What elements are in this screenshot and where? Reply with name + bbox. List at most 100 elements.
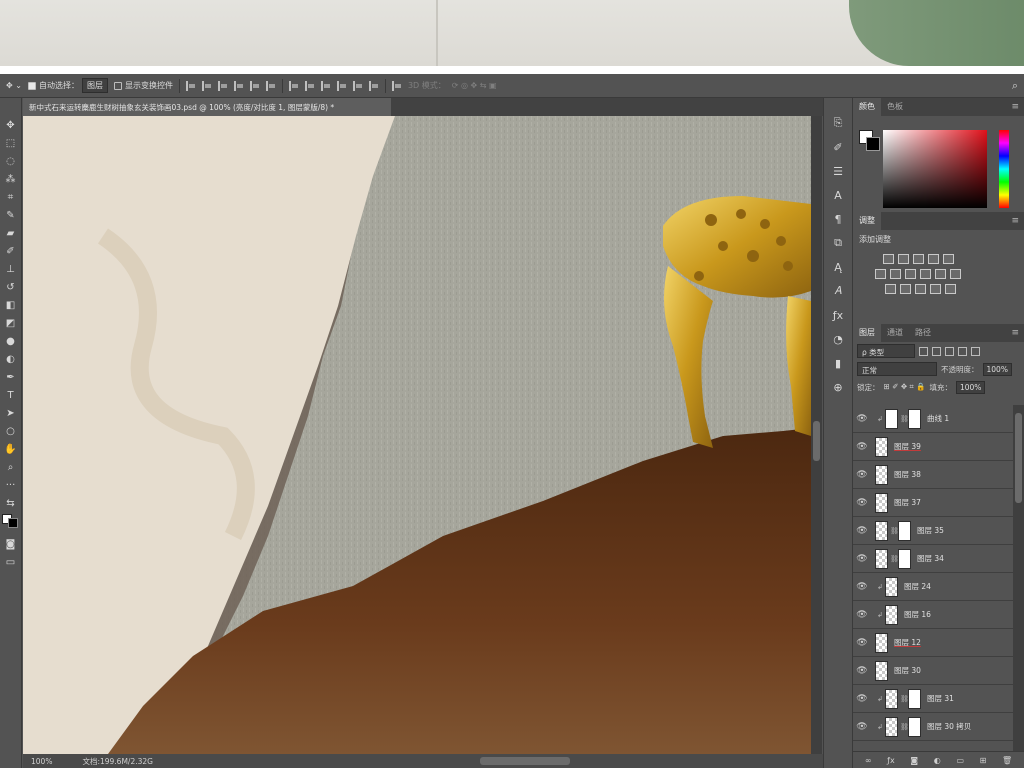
character-styles-icon[interactable]: Ą: [829, 258, 847, 276]
layer-name[interactable]: 图层 34: [917, 553, 944, 564]
type-icon[interactable]: T: [3, 388, 19, 403]
hand-icon[interactable]: ✋: [3, 442, 19, 457]
layer-row[interactable]: 👁 ↲ ⛓ 曲线 1: [853, 405, 1013, 433]
lasso-icon[interactable]: ◌: [3, 154, 19, 169]
visibility-eye-icon[interactable]: 👁: [853, 498, 871, 508]
layer-row[interactable]: 👁 ⛓ 图层 35: [853, 517, 1013, 545]
visibility-eye-icon[interactable]: 👁: [853, 526, 871, 536]
move-icon[interactable]: ✥: [3, 118, 19, 133]
align-hcenter-icon[interactable]: [249, 80, 260, 91]
visibility-eye-icon[interactable]: 👁: [853, 582, 871, 592]
history-icon[interactable]: ⎘: [829, 114, 847, 132]
layer-row[interactable]: 👁 图层 39: [853, 433, 1013, 461]
delete-layer-icon[interactable]: 🗑: [1002, 756, 1012, 765]
path-select-icon[interactable]: ➤: [3, 406, 19, 421]
crop-icon[interactable]: ⌗: [3, 190, 19, 205]
canvas-vertical-scrollbar[interactable]: [811, 116, 822, 754]
stamp-icon[interactable]: ⊥: [3, 262, 19, 277]
filter-smart-object-icon[interactable]: [971, 346, 980, 356]
clone-source-icon[interactable]: ⧉: [829, 234, 847, 252]
screen-mode-icon[interactable]: ▭: [3, 555, 19, 570]
properties-icon[interactable]: ☰: [829, 162, 847, 180]
orbit-3d-icon[interactable]: ⟳ ◎ ✥ ⇆ ▣: [452, 81, 497, 90]
tab-color[interactable]: 颜色: [853, 98, 881, 116]
distribute-bottom-icon[interactable]: [320, 80, 331, 91]
styles-fx-icon[interactable]: ƒx: [829, 306, 847, 324]
levels-icon[interactable]: [898, 254, 909, 264]
layer-mask-thumbnail[interactable]: [908, 408, 921, 429]
scroll-thumb[interactable]: [1015, 413, 1022, 503]
add-mask-icon[interactable]: ◙: [910, 756, 918, 765]
visibility-eye-icon[interactable]: 👁: [853, 470, 871, 480]
mask-link-icon[interactable]: ⛓: [890, 527, 899, 535]
hue-slider[interactable]: [999, 130, 1009, 208]
filter-type-icon[interactable]: [945, 346, 954, 356]
eraser-icon[interactable]: ◧: [3, 298, 19, 313]
layer-name[interactable]: 曲线 1: [927, 413, 949, 424]
auto-align-icon[interactable]: [391, 80, 402, 91]
mask-link-icon[interactable]: ⛓: [900, 415, 909, 423]
threshold-icon[interactable]: [915, 284, 926, 294]
visibility-eye-icon[interactable]: 👁: [853, 554, 871, 564]
dodge-icon[interactable]: ◐: [3, 352, 19, 367]
fill-field[interactable]: 100%: [955, 380, 986, 394]
posterize-icon[interactable]: [900, 284, 911, 294]
photo-filter-icon[interactable]: [920, 269, 931, 279]
character-icon[interactable]: A: [829, 186, 847, 204]
shape-icon[interactable]: ○: [3, 424, 19, 439]
zoom-level[interactable]: 100%: [31, 757, 52, 766]
filter-shape-icon[interactable]: [958, 346, 967, 356]
lock-icons[interactable]: ⊞ ✐ ✥ ⌗ 🔒: [884, 382, 926, 392]
blur-icon[interactable]: ●: [3, 334, 19, 349]
tool-presets-icon[interactable]: ◔: [829, 330, 847, 348]
brush-settings-icon[interactable]: ✐: [829, 138, 847, 156]
document-tab[interactable]: 新中式石来运转麋鹿生财树抽象玄关装饰画03.psd @ 100% (亮度/对比度…: [23, 98, 391, 116]
invert-icon[interactable]: [885, 284, 896, 294]
tab-adjustments[interactable]: 调整: [853, 212, 881, 230]
channel-mixer-icon[interactable]: [935, 269, 946, 279]
brightness-contrast-icon[interactable]: [883, 254, 894, 264]
layer-name[interactable]: 图层 37: [894, 497, 921, 508]
default-colors-icon[interactable]: ⇆: [3, 496, 19, 511]
auto-select-option[interactable]: 自动选择： 图层: [27, 78, 108, 93]
layer-mask-thumbnail[interactable]: [908, 716, 921, 737]
history-brush-icon[interactable]: ↺: [3, 280, 19, 295]
marquee-icon[interactable]: ⬚: [3, 136, 19, 151]
gradient-icon[interactable]: ◩: [3, 316, 19, 331]
layer-row[interactable]: 👁 ↲ ⛓ 图层 30 拷贝: [853, 713, 1013, 741]
paragraph-icon[interactable]: ¶: [829, 210, 847, 228]
layer-thumbnail[interactable]: [875, 520, 888, 541]
distribute-vcenter-icon[interactable]: [304, 80, 315, 91]
mask-link-icon[interactable]: ⛓: [900, 695, 909, 703]
distribute-right-icon[interactable]: [368, 80, 379, 91]
filter-pixel-icon[interactable]: [919, 346, 928, 356]
curves-icon[interactable]: [913, 254, 924, 264]
add-style-icon[interactable]: ƒx: [887, 756, 895, 765]
align-bottom-icon[interactable]: [217, 80, 228, 91]
brush-icon[interactable]: ✐: [3, 244, 19, 259]
color-lookup-icon[interactable]: [950, 269, 961, 279]
quick-mask-icon[interactable]: ◙: [3, 537, 19, 552]
layers-scrollbar[interactable]: [1013, 405, 1024, 751]
layer-thumbnail[interactable]: [875, 632, 888, 653]
layer-name[interactable]: 图层 30 拷贝: [927, 721, 971, 732]
align-left-icon[interactable]: [233, 80, 244, 91]
tab-paths[interactable]: 路径: [909, 324, 937, 342]
canvas[interactable]: [23, 116, 811, 754]
layer-mask-thumbnail[interactable]: [898, 548, 911, 569]
background-swatch[interactable]: [7, 518, 18, 528]
layer-thumbnail[interactable]: [875, 464, 888, 485]
zoom-icon[interactable]: ⌕: [3, 460, 19, 475]
layer-row[interactable]: 👁 图层 12: [853, 629, 1013, 657]
new-adjustment-icon[interactable]: ◐: [934, 756, 941, 765]
align-top-icon[interactable]: [185, 80, 196, 91]
auto-select-dropdown[interactable]: 图层: [81, 78, 108, 93]
visibility-eye-icon[interactable]: 👁: [853, 610, 871, 620]
layer-name[interactable]: 图层 38: [894, 469, 921, 480]
new-group-icon[interactable]: ▭: [956, 756, 964, 765]
healing-icon[interactable]: ▰: [3, 226, 19, 241]
visibility-eye-icon[interactable]: 👁: [853, 638, 871, 648]
layer-name[interactable]: 图层 24: [904, 581, 931, 592]
layer-name[interactable]: 图层 31: [927, 693, 954, 704]
show-transform-checkbox[interactable]: [113, 81, 122, 90]
